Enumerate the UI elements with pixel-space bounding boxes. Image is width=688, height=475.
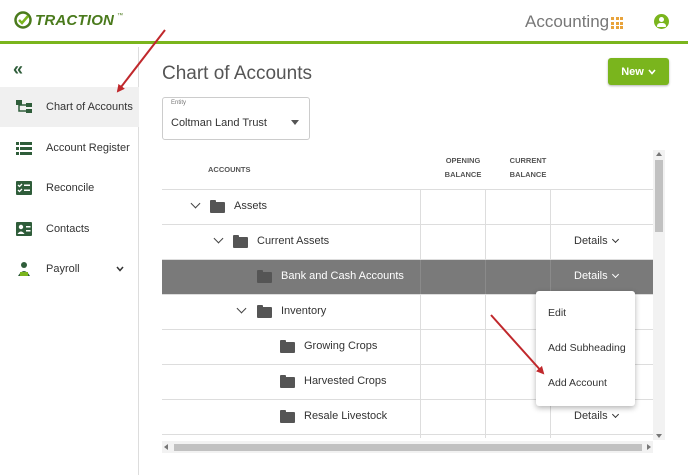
folder-icon xyxy=(257,270,272,283)
horizontal-scrollbar[interactable] xyxy=(162,441,653,453)
scrollbar-thumb[interactable] xyxy=(174,444,642,451)
details-button[interactable]: Details xyxy=(574,270,619,282)
folder-icon xyxy=(210,200,225,213)
menu-item-add-subheading[interactable]: Add Subheading xyxy=(536,331,635,365)
column-header-current-balance: CURRENT BALANCE xyxy=(509,156,547,179)
list-icon xyxy=(16,142,32,155)
sidebar-item-payroll[interactable]: Payroll xyxy=(0,249,139,289)
checklist-icon xyxy=(16,181,32,195)
folder-icon xyxy=(280,375,295,388)
module-title: Accounting xyxy=(525,12,610,31)
sidebar-item-label: Reconcile xyxy=(46,182,95,194)
row-label: Resale Livestock xyxy=(304,410,388,422)
scroll-up-arrow-icon[interactable] xyxy=(656,152,662,156)
chevron-down-icon xyxy=(611,235,619,244)
scrollbar-thumb[interactable] xyxy=(655,160,663,232)
traction-logo[interactable]: TRACTION ™ xyxy=(14,11,123,29)
chevron-down-icon xyxy=(611,410,619,419)
row-label: Assets xyxy=(234,200,268,212)
hierarchy-icon xyxy=(16,100,32,113)
sidebar-item-label: Contacts xyxy=(46,223,90,235)
details-label: Details xyxy=(574,410,608,422)
folder-icon xyxy=(280,410,295,423)
column-header-accounts: ACCOUNTS xyxy=(208,165,251,174)
sidebar-item-label: Payroll xyxy=(46,263,80,275)
entity-select[interactable]: Entity Coltman Land Trust xyxy=(162,97,310,140)
details-label: Details xyxy=(574,270,608,282)
new-button[interactable]: New xyxy=(608,58,669,85)
table-row[interactable]: Current Assets Details xyxy=(162,225,653,260)
dropdown-caret-icon xyxy=(291,120,299,125)
sidebar-item-chart-of-accounts[interactable]: Chart of Accounts xyxy=(0,87,139,127)
table-row-selected[interactable]: Bank and Cash Accounts Details xyxy=(162,260,653,295)
page-title: Chart of Accounts xyxy=(162,63,312,84)
details-dropdown-menu: Edit Add Subheading Add Account xyxy=(536,291,635,406)
scroll-down-arrow-icon[interactable] xyxy=(656,434,662,438)
sidebar-item-label: Account Register xyxy=(46,142,130,154)
table-header: ACCOUNTS OPENING BALANCE CURRENT BALANCE xyxy=(162,150,653,190)
row-label: Current Assets xyxy=(257,235,330,247)
sidebar-item-contacts[interactable]: Contacts xyxy=(0,209,139,249)
chevron-down-icon xyxy=(611,270,619,279)
contact-card-icon xyxy=(16,222,32,236)
scroll-right-arrow-icon[interactable] xyxy=(647,444,651,450)
chevron-down-icon[interactable] xyxy=(190,198,201,209)
folder-icon xyxy=(257,305,272,318)
person-money-icon xyxy=(18,262,30,276)
sidebar: « Chart of Accounts Account Register Rec… xyxy=(0,47,139,475)
sidebar-item-label: Chart of Accounts xyxy=(46,101,133,113)
column-header-opening-balance: OPENING BALANCE xyxy=(444,156,482,179)
entity-value: Coltman Land Trust xyxy=(171,117,267,129)
vertical-scrollbar[interactable] xyxy=(653,150,665,440)
table-row[interactable] xyxy=(162,435,653,438)
app-grid-icon[interactable] xyxy=(611,17,623,29)
user-account-icon[interactable] xyxy=(654,14,669,29)
logo-text: TRACTION xyxy=(35,11,115,29)
top-bar: TRACTION ™ Accounting xyxy=(0,0,688,44)
chevron-down-icon[interactable] xyxy=(116,264,124,274)
row-label: Inventory xyxy=(281,305,327,317)
details-button[interactable]: Details xyxy=(574,410,619,422)
scroll-left-arrow-icon[interactable] xyxy=(164,444,168,450)
entity-label: Entity xyxy=(171,100,187,106)
row-label: Growing Crops xyxy=(304,340,378,352)
details-label: Details xyxy=(574,235,608,247)
row-label: Bank and Cash Accounts xyxy=(281,270,404,282)
menu-item-edit[interactable]: Edit xyxy=(536,296,635,330)
details-button[interactable]: Details xyxy=(574,235,619,247)
folder-icon xyxy=(233,235,248,248)
sidebar-item-reconcile[interactable]: Reconcile xyxy=(0,168,139,208)
chevron-down-icon[interactable] xyxy=(213,233,224,244)
logo-trademark: ™ xyxy=(117,13,124,19)
folder-icon xyxy=(280,340,295,353)
sidebar-item-account-register[interactable]: Account Register xyxy=(0,128,139,168)
new-button-label: New xyxy=(621,65,644,78)
chevron-down-icon xyxy=(648,68,656,75)
menu-item-add-account[interactable]: Add Account xyxy=(536,366,635,400)
logo-mark-icon xyxy=(14,11,32,29)
chevron-down-icon[interactable] xyxy=(236,303,247,314)
collapse-sidebar-icon[interactable]: « xyxy=(13,59,23,80)
row-label: Harvested Crops xyxy=(304,375,387,387)
table-row[interactable]: Assets xyxy=(162,190,653,225)
